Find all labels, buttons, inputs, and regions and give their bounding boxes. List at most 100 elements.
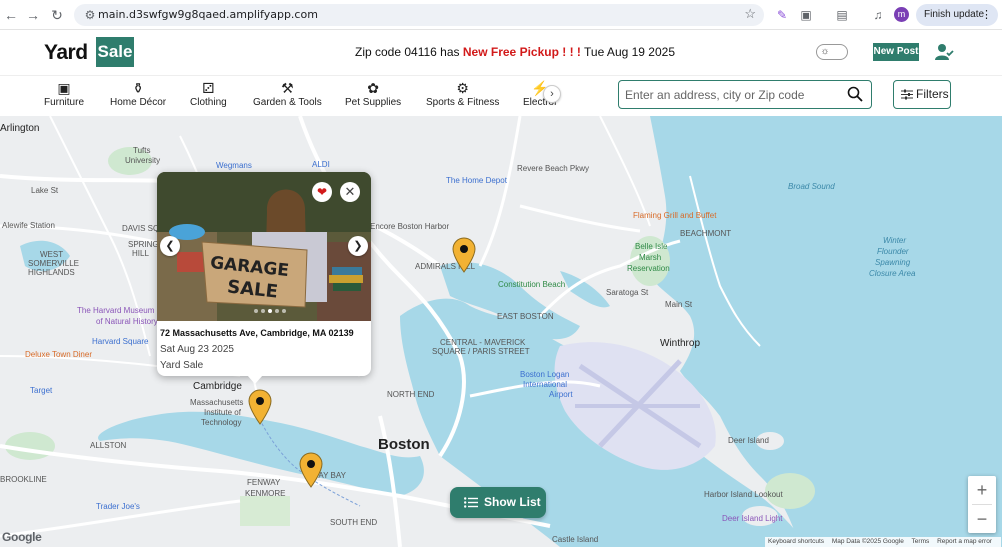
- zoom-control: + −: [968, 476, 996, 533]
- promo-highlight[interactable]: New Free Pickup ! ! !: [463, 45, 581, 59]
- map-label-logan-2: International: [523, 380, 568, 389]
- map-pin[interactable]: [451, 237, 477, 273]
- terms-link[interactable]: Terms: [912, 538, 930, 545]
- map-label-mit-2: Institute of: [204, 408, 241, 417]
- map-pin[interactable]: [298, 452, 324, 488]
- sofa-icon: ▣: [57, 80, 71, 96]
- category-sports-fitness[interactable]: ⚙ Sports & Fitness: [426, 80, 499, 108]
- map-label-west: WEST: [40, 250, 64, 259]
- vase-icon: ⚱: [132, 80, 144, 96]
- map-label-deluxe-diner: Deluxe Town Diner: [25, 350, 92, 359]
- bookmark-star-icon[interactable]: ☆: [744, 6, 756, 22]
- category-pet-supplies[interactable]: ✿ Pet Supplies: [345, 80, 401, 108]
- map-pin-selected[interactable]: [247, 389, 273, 425]
- map-label-lake-st: Lake St: [31, 186, 59, 195]
- extensions-icon[interactable]: ▣: [797, 6, 815, 24]
- shovel-icon: ⚒: [281, 80, 294, 96]
- map-label-trader-joes: Trader Joe's: [96, 502, 140, 511]
- media-control-icon[interactable]: ♫: [869, 6, 887, 24]
- sun-icon: ☼: [820, 46, 830, 57]
- next-image-icon[interactable]: ❯: [348, 236, 368, 256]
- map-label-wegmans: Wegmans: [216, 161, 252, 170]
- map-label-brookline: BROOKLINE: [0, 475, 47, 484]
- map-label-somerville: SOMERVILLE: [28, 259, 79, 268]
- pager-dot[interactable]: [275, 309, 279, 313]
- listing-type: Yard Sale: [160, 360, 204, 371]
- listing-popup-card[interactable]: GARAGE SALE ❤ ✕ ❮ ❯ 72 Massachusetts Ave…: [157, 172, 371, 376]
- map-label-reservation: Reservation: [627, 264, 670, 273]
- keyboard-shortcuts-link[interactable]: Keyboard shortcuts: [768, 538, 824, 545]
- browser-toolbar: ← → ↻ ⚙ main.d3swfgw9g8qaed.amplifyapp.c…: [0, 0, 1002, 30]
- category-label: Clothing: [190, 97, 227, 108]
- map-label-kenmore: KENMORE: [245, 489, 286, 498]
- map-label-deer-island: Deer Island: [728, 436, 769, 445]
- pager-dot[interactable]: [254, 309, 258, 313]
- paw-icon: ✿: [367, 80, 379, 96]
- map-label-harbor-lookout: Harbor Island Lookout: [704, 490, 783, 499]
- map-label-beachmont: BEACHMONT: [680, 229, 732, 238]
- category-scroll-right-icon[interactable]: ›: [543, 85, 561, 103]
- pen-extension-icon[interactable]: ✎: [773, 6, 791, 24]
- logo-yard-text: Yard: [44, 41, 88, 64]
- site-settings-icon[interactable]: ⚙: [82, 7, 98, 23]
- map-label-spawning: Spawning: [875, 258, 911, 267]
- map-label-closure-area: Closure Area: [869, 269, 916, 278]
- map-label-saratoga: Saratoga St: [606, 288, 649, 297]
- google-logo[interactable]: Google: [2, 530, 42, 544]
- prev-image-icon[interactable]: ❮: [160, 236, 180, 256]
- map-label-marsh: Marsh: [639, 253, 662, 262]
- zoom-in-button[interactable]: +: [968, 476, 996, 504]
- map-label-logan-3: Airport: [549, 390, 573, 399]
- map-label-south-end: SOUTH END: [330, 518, 378, 527]
- map-label-boston: Boston: [378, 436, 430, 453]
- tab-search-icon[interactable]: ▤: [833, 6, 851, 24]
- category-furniture[interactable]: ▣ Furniture: [44, 80, 84, 108]
- pager-dot-active[interactable]: [268, 309, 272, 313]
- map-label-harvard-square: Harvard Square: [92, 337, 149, 346]
- map-label-spring: SPRING: [128, 240, 159, 249]
- address-bar[interactable]: ⚙ main.d3swfgw9g8qaed.amplifyapp.com ☆: [74, 4, 764, 26]
- category-clothing[interactable]: ⚂ Clothing: [190, 80, 227, 108]
- reload-icon[interactable]: ↻: [48, 6, 66, 24]
- map-label-paris-street: SQUARE / PARIS STREET: [432, 347, 530, 356]
- category-label: Pet Supplies: [345, 97, 402, 108]
- more-menu-icon[interactable]: ⋮: [981, 4, 992, 26]
- map-view[interactable]: Arlington Tufts University Wegmans ALDI …: [0, 116, 1002, 547]
- finish-update-label: Finish update: [924, 9, 985, 20]
- category-bar: ▣ Furniture ⚱ Home Décor ⚂ Clothing ⚒ Ga…: [0, 75, 1002, 116]
- forward-icon[interactable]: →: [24, 6, 42, 24]
- map-label-constitution-beach: Constitution Beach: [498, 280, 566, 289]
- listing-address[interactable]: 72 Massachusetts Ave, Cambridge, MA 0213…: [160, 328, 354, 338]
- filters-button[interactable]: Filters: [893, 80, 951, 109]
- location-search-input[interactable]: [625, 87, 845, 103]
- pager-dot[interactable]: [261, 309, 265, 313]
- zoom-out-button[interactable]: −: [968, 505, 996, 533]
- map-label-tufts: Tufts: [133, 146, 151, 155]
- back-icon[interactable]: ←: [2, 6, 20, 24]
- map-label-broad-sound: Broad Sound: [788, 182, 835, 191]
- pager-dot[interactable]: [282, 309, 286, 313]
- close-icon[interactable]: ✕: [340, 182, 360, 202]
- map-label-target: Target: [30, 386, 53, 395]
- image-pager-dots: [254, 309, 286, 313]
- category-home-decor[interactable]: ⚱ Home Décor: [110, 80, 166, 108]
- search-icon[interactable]: [847, 86, 863, 102]
- report-error-link[interactable]: Report a map error: [937, 538, 992, 545]
- sliders-icon: [901, 89, 913, 100]
- location-search: [618, 80, 872, 109]
- listing-photo[interactable]: GARAGE SALE: [157, 172, 371, 321]
- user-account-icon[interactable]: [934, 42, 954, 62]
- map-attribution: Keyboard shortcuts Map Data ©2025 Google…: [765, 537, 1001, 547]
- map-label-home-depot: The Home Depot: [446, 176, 507, 185]
- theme-toggle[interactable]: ☼: [816, 44, 848, 60]
- map-label-main-st: Main St: [665, 300, 693, 309]
- map-label-logan-1: Boston Logan: [520, 370, 570, 379]
- category-garden-tools[interactable]: ⚒ Garden & Tools: [253, 80, 322, 108]
- favorite-heart-icon[interactable]: ❤: [312, 182, 332, 202]
- map-label-natural-history: of Natural History: [96, 317, 158, 326]
- show-list-button[interactable]: Show List: [450, 487, 546, 518]
- profile-avatar[interactable]: m: [894, 7, 909, 22]
- new-post-button[interactable]: New Post: [873, 43, 919, 61]
- finish-update-button[interactable]: Finish update ⋮: [916, 4, 998, 26]
- map-label-cambridge: Cambridge: [193, 381, 242, 392]
